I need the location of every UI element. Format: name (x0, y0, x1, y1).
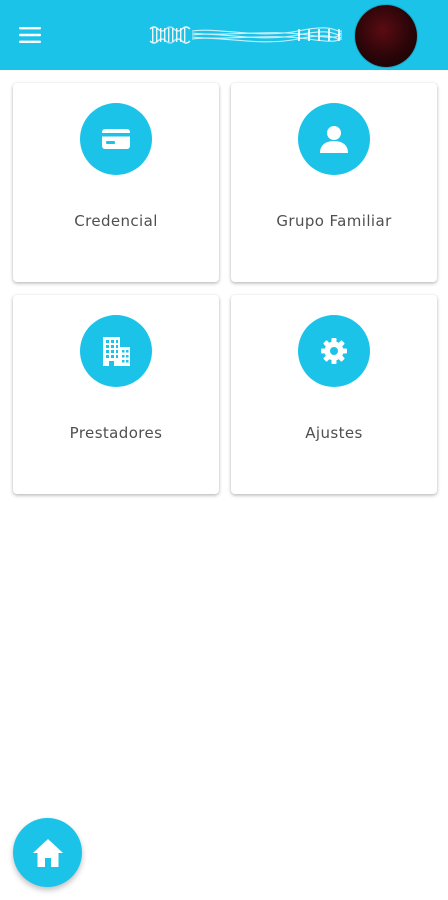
card-label: Ajustes (305, 424, 363, 442)
home-button[interactable] (13, 818, 82, 887)
menu-grid: Credencial Grupo Familiar Prestadores Aj… (0, 0, 448, 900)
card-icon-circle (298, 103, 370, 175)
card-icon-circle (80, 315, 152, 387)
credit-card-icon (102, 129, 130, 149)
card-prestadores[interactable]: Prestadores (13, 295, 219, 494)
card-label: Prestadores (69, 424, 163, 442)
card-grupo-familiar[interactable]: Grupo Familiar (231, 83, 437, 282)
gear-icon (321, 338, 347, 364)
card-icon-circle (80, 103, 152, 175)
card-label: Credencial (74, 212, 158, 230)
home-icon (32, 838, 63, 867)
person-icon (320, 126, 348, 153)
card-ajustes[interactable]: Ajustes (231, 295, 437, 494)
building-icon (103, 337, 130, 366)
card-icon-circle (298, 315, 370, 387)
card-credencial[interactable]: Credencial (13, 83, 219, 282)
card-label: Grupo Familiar (276, 212, 392, 230)
app-root: Credencial Grupo Familiar Prestadores Aj… (0, 0, 448, 900)
